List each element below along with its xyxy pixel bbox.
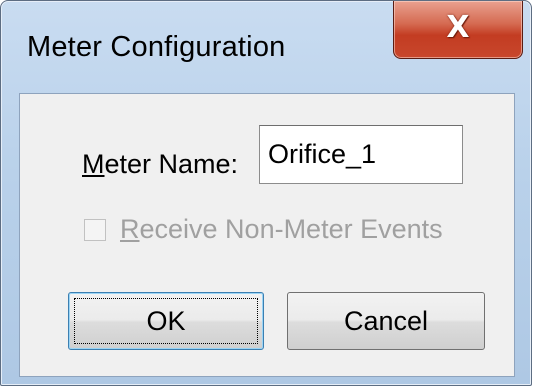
close-icon: X [446, 10, 470, 45]
meter-name-input[interactable] [259, 125, 463, 184]
meter-name-label-text: eter Name: [104, 149, 239, 179]
close-button[interactable]: X [393, 1, 523, 59]
dialog-title: Meter Configuration [27, 31, 286, 63]
cancel-button[interactable]: Cancel [287, 292, 485, 350]
receive-events-label-text: eceive Non-Meter Events [139, 214, 443, 244]
meter-configuration-dialog: Meter Configuration X Meter Name: Receiv… [0, 0, 532, 386]
meter-name-label: Meter Name: [82, 149, 238, 180]
title-bar[interactable]: Meter Configuration X [1, 1, 531, 93]
receive-events-accesskey: R [120, 214, 140, 244]
dialog-client-area: Meter Name: Receive Non-Meter Events OK … [19, 93, 515, 377]
receive-non-meter-events-label: Receive Non-Meter Events [120, 214, 443, 245]
meter-name-accesskey: M [82, 149, 105, 179]
ok-button[interactable]: OK [68, 292, 264, 350]
cancel-button-label: Cancel [343, 305, 429, 336]
receive-non-meter-events-option[interactable]: Receive Non-Meter Events [84, 214, 443, 245]
focus-rectangle [74, 298, 258, 344]
receive-non-meter-events-checkbox[interactable] [84, 218, 106, 241]
